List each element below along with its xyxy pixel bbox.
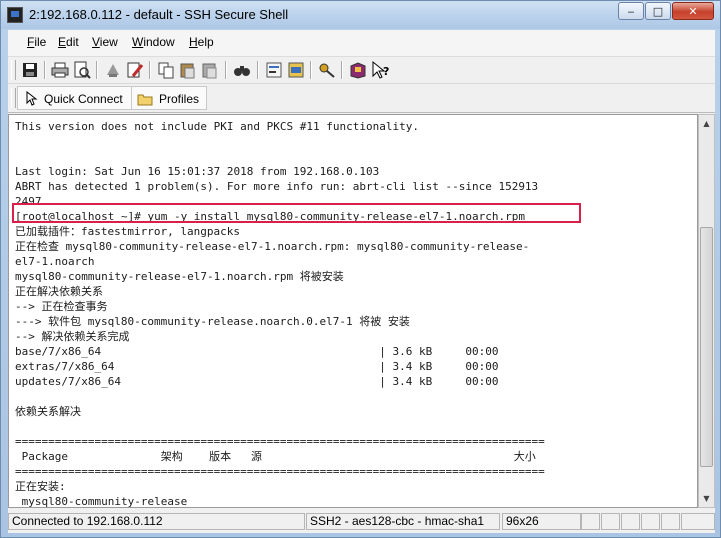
menu-window-accel: W — [132, 35, 144, 49]
terminal-line: ========================================… — [15, 465, 545, 478]
terminal-line: 已加载插件：fastestmirror, langpacks — [15, 225, 240, 238]
ssh-window: 2:192.168.0.112 - default - SSH Secure S… — [0, 0, 721, 538]
copy-icon[interactable] — [156, 60, 176, 80]
status-indicator-icon — [661, 513, 680, 530]
quick-connect-icon — [26, 91, 38, 106]
toolbar-separator — [96, 61, 98, 79]
terminal-line: updates/7/x86_64 | 3.4 kB 00:00 — [15, 375, 499, 388]
disconnect-icon[interactable] — [103, 60, 123, 80]
cipher-status: SSH2 - aes128-cbc - hmac-sha1 — [306, 513, 500, 530]
scrollbar-thumb[interactable] — [700, 227, 713, 467]
menu-view[interactable]: View — [92, 35, 118, 49]
menu-edit[interactable]: Edit — [58, 35, 79, 49]
menu-edit-label: dit — [66, 35, 79, 49]
lock-status-icon — [581, 513, 600, 530]
menu-edit-accel: E — [58, 35, 67, 49]
print-icon[interactable] — [50, 60, 70, 80]
svg-text:?: ? — [383, 65, 389, 78]
terminal-line: --> 解决依赖关系完成 — [15, 330, 130, 343]
toolbar-separator — [149, 61, 151, 79]
menu-help[interactable]: Help — [189, 35, 214, 49]
quickbar-grip[interactable] — [11, 88, 16, 108]
menu-view-label: iew — [99, 35, 118, 49]
menu-file[interactable]: File — [27, 35, 46, 49]
terminal-line: base/7/x86_64 | 3.6 kB 00:00 — [15, 345, 499, 358]
terminal-line: 正在解决依赖关系 — [15, 285, 103, 298]
close-button[interactable]: ✕ — [672, 2, 714, 20]
terminal-line: el7-1.noarch — [15, 255, 95, 268]
title-bar[interactable]: 2:192.168.0.112 - default - SSH Secure S… — [1, 1, 720, 29]
menu-file-label: ile — [34, 35, 47, 49]
toolbar-separator — [257, 61, 259, 79]
toolbar-separator — [44, 61, 46, 79]
client-area: File Edit View Window Help ? Quick Conne… — [8, 30, 715, 533]
terminal-line: --> 正在检查事务 — [15, 300, 108, 313]
terminal-line: mysql80-community-release — [15, 495, 188, 508]
profiles-label: Profiles — [159, 92, 200, 106]
resize-grip-icon[interactable] — [681, 513, 715, 530]
vertical-scrollbar[interactable]: ▲ ▼ — [698, 114, 715, 508]
paste-icon[interactable] — [178, 60, 198, 80]
find-icon[interactable] — [232, 60, 252, 80]
command-highlight-box — [12, 203, 581, 223]
quick-connect-label: Quick Connect — [44, 92, 123, 106]
quick-connect-button[interactable]: Quick Connect — [17, 86, 138, 110]
menu-help-label: elp — [197, 35, 214, 49]
terminal-line: ========================================… — [15, 435, 545, 448]
terminal-line: Last login: Sat Jun 16 15:01:37 2018 fro… — [15, 165, 380, 178]
minimize-button[interactable]: ‒ — [618, 2, 644, 20]
terminal-line: ABRT has detected 1 problem(s). For more… — [15, 180, 539, 193]
status-bar: Connected to 192.168.0.112 SSH2 - aes128… — [8, 510, 715, 532]
key-icon[interactable] — [317, 60, 337, 80]
context-help-icon[interactable]: ? — [370, 60, 390, 80]
terminal-line: mysql80-community-release-el7-1.noarch.r… — [15, 270, 344, 283]
terminal-line: 正在安装: — [15, 480, 66, 493]
toolbar-separator — [225, 61, 227, 79]
menu-help-accel: H — [189, 35, 198, 49]
terminal-line: ---> 软件包 mysql80-community-release.noarc… — [15, 315, 410, 328]
paste-alt-icon[interactable] — [200, 60, 220, 80]
terminal-line: This version does not include PKI and PK… — [15, 120, 419, 133]
terminal-line: extras/7/x86_64 | 3.4 kB 00:00 — [15, 360, 499, 373]
folder-icon — [137, 94, 153, 106]
status-indicator-icon — [601, 513, 620, 530]
menu-window-label: indow — [143, 35, 175, 49]
print-preview-icon[interactable] — [72, 60, 92, 80]
profiles-button[interactable]: Profiles — [131, 86, 207, 110]
help-book-icon[interactable] — [348, 60, 368, 80]
settings-icon[interactable] — [264, 60, 284, 80]
terminal-line: 依赖关系解决 — [15, 405, 81, 418]
terminal-line: 正在检查 mysql80-community-release-el7-1.noa… — [15, 240, 530, 253]
toolbar-grip[interactable] — [11, 60, 16, 80]
window-controls: ‒ □ ✕ — [617, 2, 714, 20]
profiles-icon[interactable] — [286, 60, 306, 80]
toolbar: ? — [8, 57, 715, 84]
scroll-up-arrow-icon[interactable]: ▲ — [699, 115, 714, 132]
window-title: 2:192.168.0.112 - default - SSH Secure S… — [29, 7, 289, 22]
quick-connect-bar: Quick Connect Profiles — [8, 84, 715, 113]
terminal-output[interactable]: This version does not include PKI and PK… — [8, 114, 698, 508]
terminal-line: Package 架构 版本 源 大小 — [15, 450, 536, 463]
toolbar-separator — [310, 61, 312, 79]
menu-window[interactable]: Window — [132, 35, 175, 49]
save-icon[interactable] — [20, 60, 40, 80]
status-indicator-icon — [641, 513, 660, 530]
menu-view-accel: V — [92, 35, 100, 49]
scroll-down-arrow-icon[interactable]: ▼ — [699, 490, 714, 507]
edit-icon[interactable] — [125, 60, 145, 80]
toolbar-separator — [341, 61, 343, 79]
terminal-size: 96x26 — [502, 513, 581, 530]
status-indicator-icon — [621, 513, 640, 530]
connection-status: Connected to 192.168.0.112 — [8, 513, 305, 530]
maximize-button[interactable]: □ — [645, 2, 671, 20]
terminal-app-icon[interactable] — [7, 7, 23, 23]
menu-bar: File Edit View Window Help — [8, 30, 715, 57]
